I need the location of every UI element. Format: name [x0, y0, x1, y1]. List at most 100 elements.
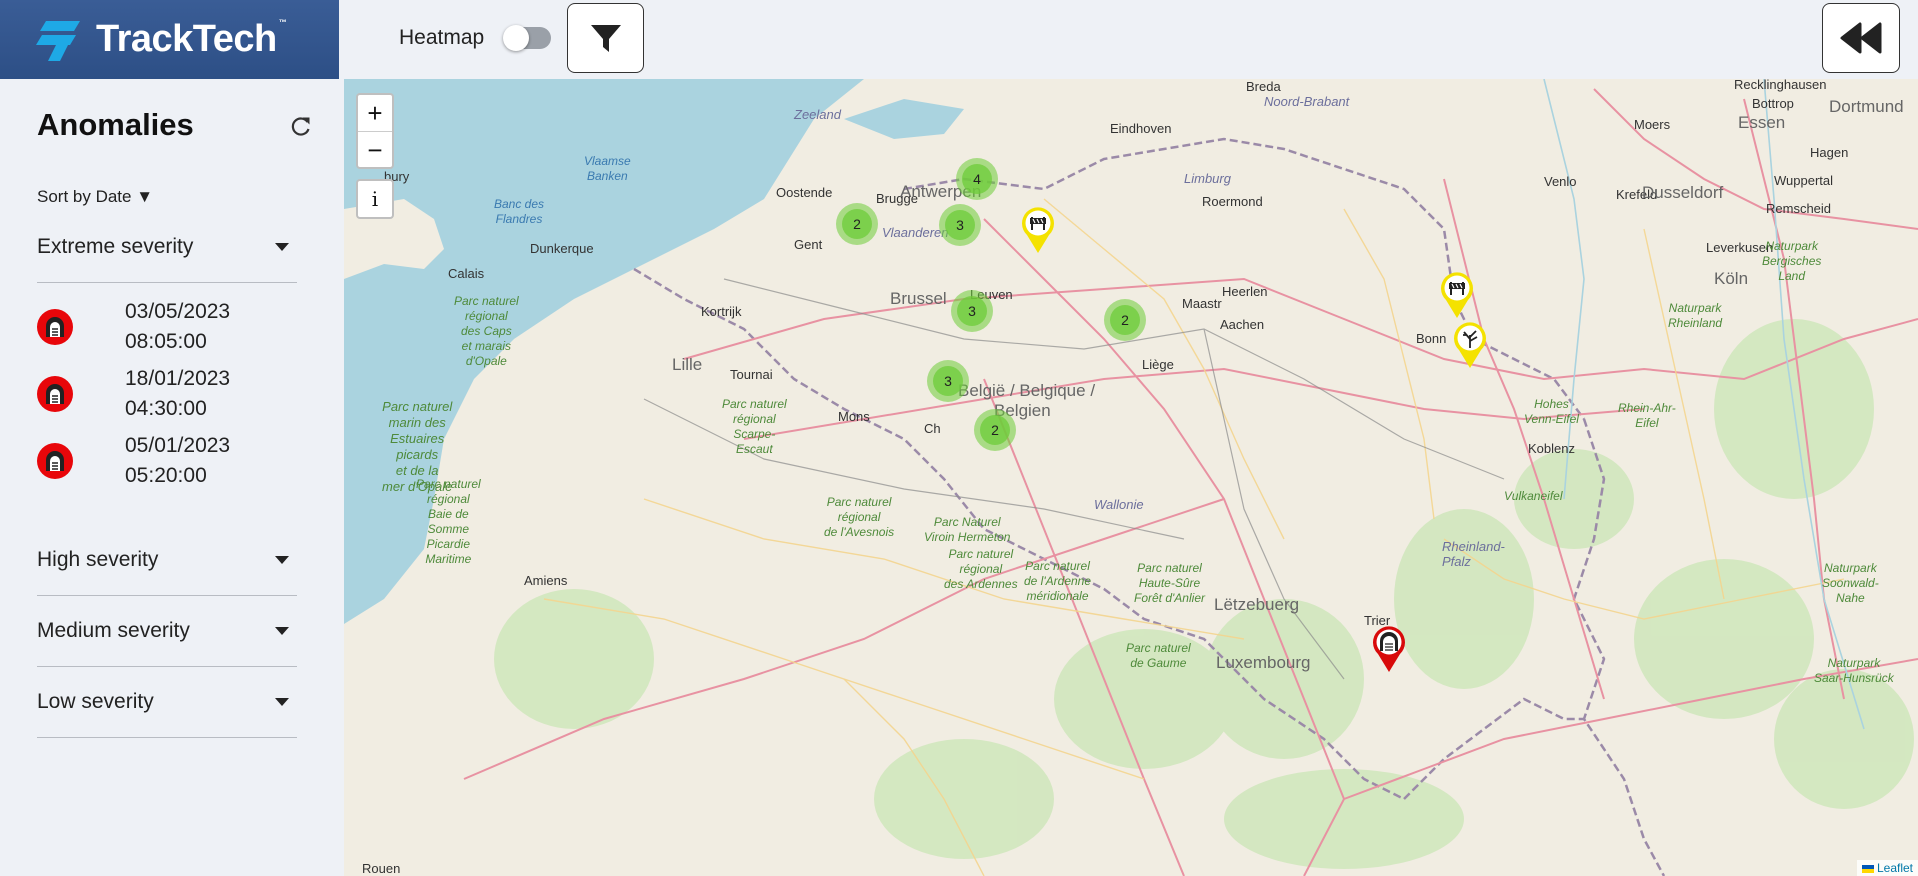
map-label: Parc Naturel Viroin Hermeton — [924, 515, 1011, 544]
severity-label: Medium severity — [37, 619, 190, 642]
map-label: Oostende — [776, 185, 833, 200]
tunnel-icon — [37, 309, 73, 345]
low-severity-group[interactable]: Low severity — [37, 668, 297, 738]
extreme-severity-group[interactable]: Extreme severity — [37, 213, 297, 283]
sidebar-title: Anomalies — [37, 107, 194, 142]
anomaly-item[interactable]: 18/01/2023 04:30:00 — [37, 363, 277, 423]
map-view[interactable]: Breda Noord-Brabant Zeeland Eindhoven Ve… — [344, 79, 1918, 876]
map-attribution[interactable]: Leaflet — [1856, 860, 1918, 876]
high-severity-group[interactable]: High severity — [37, 526, 297, 596]
double-chevron-left-icon — [1840, 22, 1882, 54]
marker-cluster[interactable]: 2 — [1104, 299, 1146, 341]
map-label: Aachen — [1220, 317, 1265, 332]
tracktech-logo-icon — [36, 15, 92, 65]
marker-cluster[interactable]: 3 — [939, 204, 981, 246]
map-label: Tournai — [730, 367, 773, 382]
barrier-icon — [1022, 207, 1054, 253]
map-label: Parc naturel Haute-Sûre Forêt d'Anlier — [1134, 561, 1205, 605]
map-label: Parc naturel régional des Ardennes — [944, 547, 1018, 591]
info-button[interactable]: i — [356, 179, 394, 219]
map-label: Parc naturel de Gaume — [1126, 641, 1191, 670]
marker-cluster[interactable]: 3 — [927, 360, 969, 402]
anomaly-item[interactable]: 05/01/2023 05:20:00 — [37, 430, 277, 490]
anomalies-sidebar: Anomalies Sort by Date ▼ Extreme severit… — [0, 79, 339, 876]
tree-marker[interactable] — [1451, 320, 1489, 370]
map-label: Gent — [794, 237, 823, 252]
map-label: Dortmund — [1829, 97, 1904, 116]
map-label: Naturpark Saar-Hunsrück — [1814, 656, 1894, 685]
map-label: Breda — [1246, 79, 1281, 94]
map-label: Venlo — [1544, 174, 1577, 189]
collapse-sidebar-button[interactable] — [1822, 3, 1900, 73]
barrier-marker[interactable] — [1438, 270, 1476, 320]
marker-cluster[interactable]: 4 — [956, 158, 998, 200]
caret-down-icon — [275, 243, 289, 251]
heatmap-label: Heatmap — [399, 26, 485, 49]
zoom-in-button[interactable]: + — [358, 95, 392, 132]
map-label: Maastr — [1182, 296, 1222, 311]
tree-icon — [1454, 322, 1486, 368]
map-label: Bottrop — [1752, 96, 1794, 111]
map-label: Hagen — [1810, 145, 1849, 160]
map-label: Vlaamse Banken — [584, 154, 631, 183]
map-label: Rouen — [362, 861, 401, 876]
map-label: Brussel — [890, 289, 947, 308]
filter-button[interactable] — [567, 3, 644, 73]
map-label: Remscheid — [1766, 201, 1832, 216]
anomaly-datetime: 18/01/2023 04:30:00 — [125, 367, 231, 420]
top-toolbar: Heatmap — [339, 0, 1918, 79]
medium-severity-group[interactable]: Medium severity — [37, 597, 297, 667]
map-label: Dunkerque — [530, 241, 594, 256]
severity-label: Low severity — [37, 690, 154, 713]
map-label: Parc naturel régional Scarpe- Escaut — [722, 397, 787, 456]
sort-by-date-dropdown[interactable]: Sort by Date ▼ — [37, 187, 153, 207]
map-label: Noord-Brabant — [1264, 94, 1350, 109]
zoom-control: + − — [356, 93, 394, 169]
marker-cluster[interactable]: 3 — [951, 290, 993, 332]
map-label: Rhein-Ahr- Eifel — [1618, 401, 1676, 430]
map-label: Amiens — [524, 573, 568, 588]
map-label: Parc naturel de l'Ardenne méridionale — [1024, 559, 1092, 603]
anomaly-datetime: 05/01/2023 05:20:00 — [125, 434, 231, 487]
severity-label: Extreme severity — [37, 235, 194, 258]
tunnel-icon — [1373, 626, 1405, 672]
heatmap-toggle[interactable] — [503, 25, 551, 51]
filter-icon — [590, 25, 621, 52]
caret-down-icon — [275, 698, 289, 706]
map-label: Naturpark Rheinland — [1668, 301, 1723, 330]
marker-cluster[interactable]: 2 — [974, 409, 1016, 451]
anomaly-item[interactable]: 03/05/2023 08:05:00 — [37, 296, 277, 356]
toggle-knob — [503, 25, 529, 51]
map-label: Roermond — [1202, 194, 1263, 209]
barrier-icon — [1441, 272, 1473, 318]
map-label: Moers — [1634, 117, 1671, 132]
map-label: Rheinland- Pfalz — [1442, 539, 1505, 569]
map-label: Zeeland — [794, 107, 841, 122]
map-label: Limburg — [1184, 171, 1231, 186]
map-label: Wuppertal — [1774, 173, 1834, 188]
map-label: Naturpark Bergisches Land — [1762, 239, 1822, 283]
map-label: Hohes Venn-Eifel — [1524, 397, 1579, 426]
anomaly-datetime: 03/05/2023 08:05:00 — [125, 300, 231, 353]
refresh-icon[interactable] — [290, 115, 312, 137]
map-label: Dusseldorf — [1642, 183, 1724, 202]
map-label: Kortrijk — [701, 304, 742, 319]
map-label: Lille — [672, 355, 703, 374]
map-label: Wallonie — [1094, 497, 1144, 512]
barrier-marker[interactable] — [1019, 205, 1057, 255]
severity-label: High severity — [37, 548, 159, 571]
zoom-out-button[interactable]: − — [358, 132, 392, 168]
map-label: Köln — [1714, 269, 1749, 288]
map-label: Calais — [448, 266, 485, 281]
tunnel-marker[interactable] — [1370, 624, 1408, 674]
marker-cluster[interactable]: 2 — [836, 203, 878, 245]
caret-down-icon — [275, 556, 289, 564]
map-label: Parc naturel régional Baie de Somme Pica… — [416, 477, 481, 566]
map-label: Recklinghausen — [1734, 79, 1827, 92]
caret-down-icon — [275, 627, 289, 635]
map-label: Bonn — [1416, 331, 1447, 346]
map-label: Parc naturel régional des Caps et marais… — [454, 294, 519, 368]
map-label: Koblenz — [1528, 441, 1575, 456]
tunnel-icon — [37, 376, 73, 412]
map-label: Parc naturel régional de l'Avesnois — [824, 495, 895, 539]
